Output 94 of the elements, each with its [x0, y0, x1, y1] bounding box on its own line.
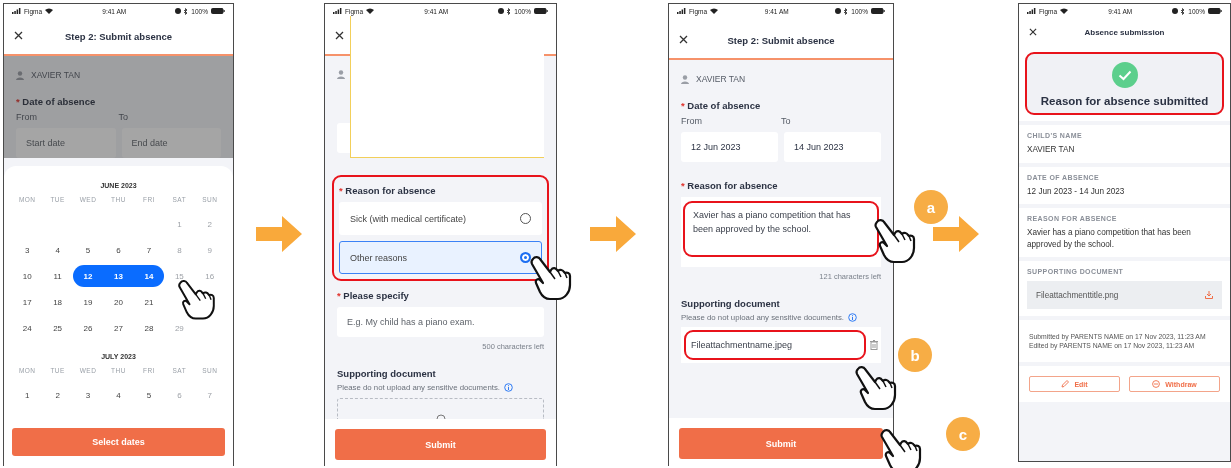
battery-icon — [871, 8, 885, 14]
signal-icon — [677, 8, 686, 14]
close-icon[interactable] — [679, 35, 688, 44]
calendar-day[interactable]: 2 — [42, 384, 73, 406]
from-label: From — [16, 112, 38, 122]
bluetooth-icon — [507, 7, 512, 15]
wifi-icon — [710, 8, 719, 14]
screen-title: Step 2: Submit absence — [63, 30, 174, 42]
bluetooth-icon — [1181, 7, 1186, 15]
reason-label: * Reason for absence — [339, 185, 437, 196]
document-label: Supporting document — [337, 368, 437, 379]
date-label: * Date of absence — [16, 96, 97, 107]
calendar-day[interactable]: 3 — [72, 384, 104, 406]
calendar-day[interactable]: 25 — [42, 317, 73, 339]
section-value: XAVIER TAN — [1027, 144, 1076, 156]
screen-title: Step 2: Submit absence — [726, 34, 836, 46]
child-name: XAVIER TAN — [31, 70, 81, 80]
calendar-day[interactable]: 4 — [103, 384, 134, 406]
screen-title: Absence submission — [1083, 27, 1166, 37]
battery-icon — [211, 8, 225, 14]
bluetooth-icon — [844, 7, 849, 15]
file-name: Fileattachmentname.jpeg — [691, 340, 793, 350]
child-name: XAVIER TAN — [696, 74, 746, 84]
wifi-icon — [366, 8, 375, 14]
calendar-day[interactable]: 24 — [12, 317, 43, 339]
calendar-day[interactable]: 5 — [72, 239, 104, 261]
wifi-icon — [1060, 8, 1069, 14]
battery-icon — [534, 8, 548, 14]
date-label: * Date of absence — [681, 100, 762, 111]
calendar-day[interactable]: 6 — [103, 239, 134, 261]
step-badge: b — [898, 338, 932, 372]
calendar-day[interactable]: 27 — [103, 317, 134, 339]
from-label: From — [681, 116, 703, 126]
person-icon — [681, 74, 689, 84]
trash-icon[interactable] — [870, 340, 878, 350]
attachment-file[interactable]: Fileattachmenttitle.png — [1027, 281, 1222, 309]
close-icon[interactable] — [14, 31, 23, 40]
hand-cursor-icon — [176, 279, 218, 321]
check-circle-icon — [1111, 62, 1138, 88]
calendar-day[interactable]: 20 — [103, 291, 134, 313]
calendar-day[interactable]: 7 — [133, 239, 165, 261]
reason-option[interactable]: Other reasons — [339, 241, 542, 274]
flow-arrow — [589, 216, 636, 252]
calendar-day[interactable]: 18 — [42, 291, 73, 313]
info-icon[interactable] — [504, 383, 513, 392]
reason-text: Xavier has a piano competition that has been approved by the school. — [693, 210, 851, 234]
calendar-day[interactable]: 10 — [12, 265, 43, 287]
step-badge: a — [914, 190, 948, 224]
flow-arrow — [933, 216, 979, 252]
success-message: Reason for absence submitted — [1040, 95, 1209, 107]
calendar-day[interactable]: 5 — [133, 384, 165, 406]
wifi-icon — [45, 8, 54, 14]
signal-icon — [1027, 8, 1036, 14]
specify-field[interactable]: E.g. My child has a piano exam. — [337, 307, 544, 337]
calendar-day[interactable]: 1 — [12, 384, 43, 406]
flow-arrow — [256, 216, 302, 252]
reason-label: * Reason for absence — [681, 180, 779, 191]
bluetooth-icon — [184, 7, 189, 15]
signal-icon — [12, 8, 21, 14]
specify-label: * Please specify — [337, 290, 410, 301]
pencil-icon — [1061, 380, 1070, 388]
close-icon[interactable] — [1029, 28, 1037, 36]
reason-option[interactable]: Sick (with medical certificate) — [339, 202, 542, 235]
to-label: To — [118, 112, 129, 122]
calendar-day[interactable]: 11 — [42, 265, 73, 287]
start-date-field[interactable]: 12 Jun 2023 — [681, 132, 778, 162]
battery-icon — [1208, 8, 1222, 14]
reason-textarea[interactable]: Xavier has a piano competition that has been approved by the school. — [681, 197, 881, 267]
calendar-day[interactable]: 21 — [133, 291, 165, 313]
calendar-day[interactable]: 3 — [12, 239, 43, 261]
step-badge: c — [946, 417, 980, 451]
calendar-day[interactable]: 14 — [133, 265, 165, 287]
calendar-day[interactable]: 12 — [72, 265, 104, 287]
close-icon[interactable] — [335, 31, 344, 40]
end-date-field[interactable]: End date — [121, 128, 221, 158]
calendar-day[interactable]: 19 — [72, 291, 104, 313]
calendar-day[interactable]: 28 — [133, 317, 165, 339]
end-date-field[interactable]: 14 Jun 2023 — [784, 132, 881, 162]
calendar-day[interactable]: 26 — [72, 317, 104, 339]
start-date-field[interactable]: Start date — [16, 128, 116, 158]
info-icon[interactable] — [848, 313, 857, 322]
download-icon — [1205, 291, 1213, 299]
section-value: 12 Jun 2023 - 14 Jun 2023 — [1027, 185, 1126, 197]
calendar-day[interactable]: 4 — [42, 239, 73, 261]
minus-circle-icon — [1152, 380, 1161, 388]
upload-icon — [435, 414, 446, 419]
person-icon — [16, 70, 24, 80]
person-icon — [337, 70, 345, 79]
signal-icon — [333, 8, 342, 14]
calendar-day[interactable]: 17 — [12, 291, 43, 313]
section-value: Xavier has a piano competition that has been approved by the school. — [1027, 227, 1192, 250]
to-label: To — [781, 116, 792, 126]
calendar-day[interactable]: 13 — [103, 265, 134, 287]
document-label: Supporting document — [681, 298, 781, 309]
